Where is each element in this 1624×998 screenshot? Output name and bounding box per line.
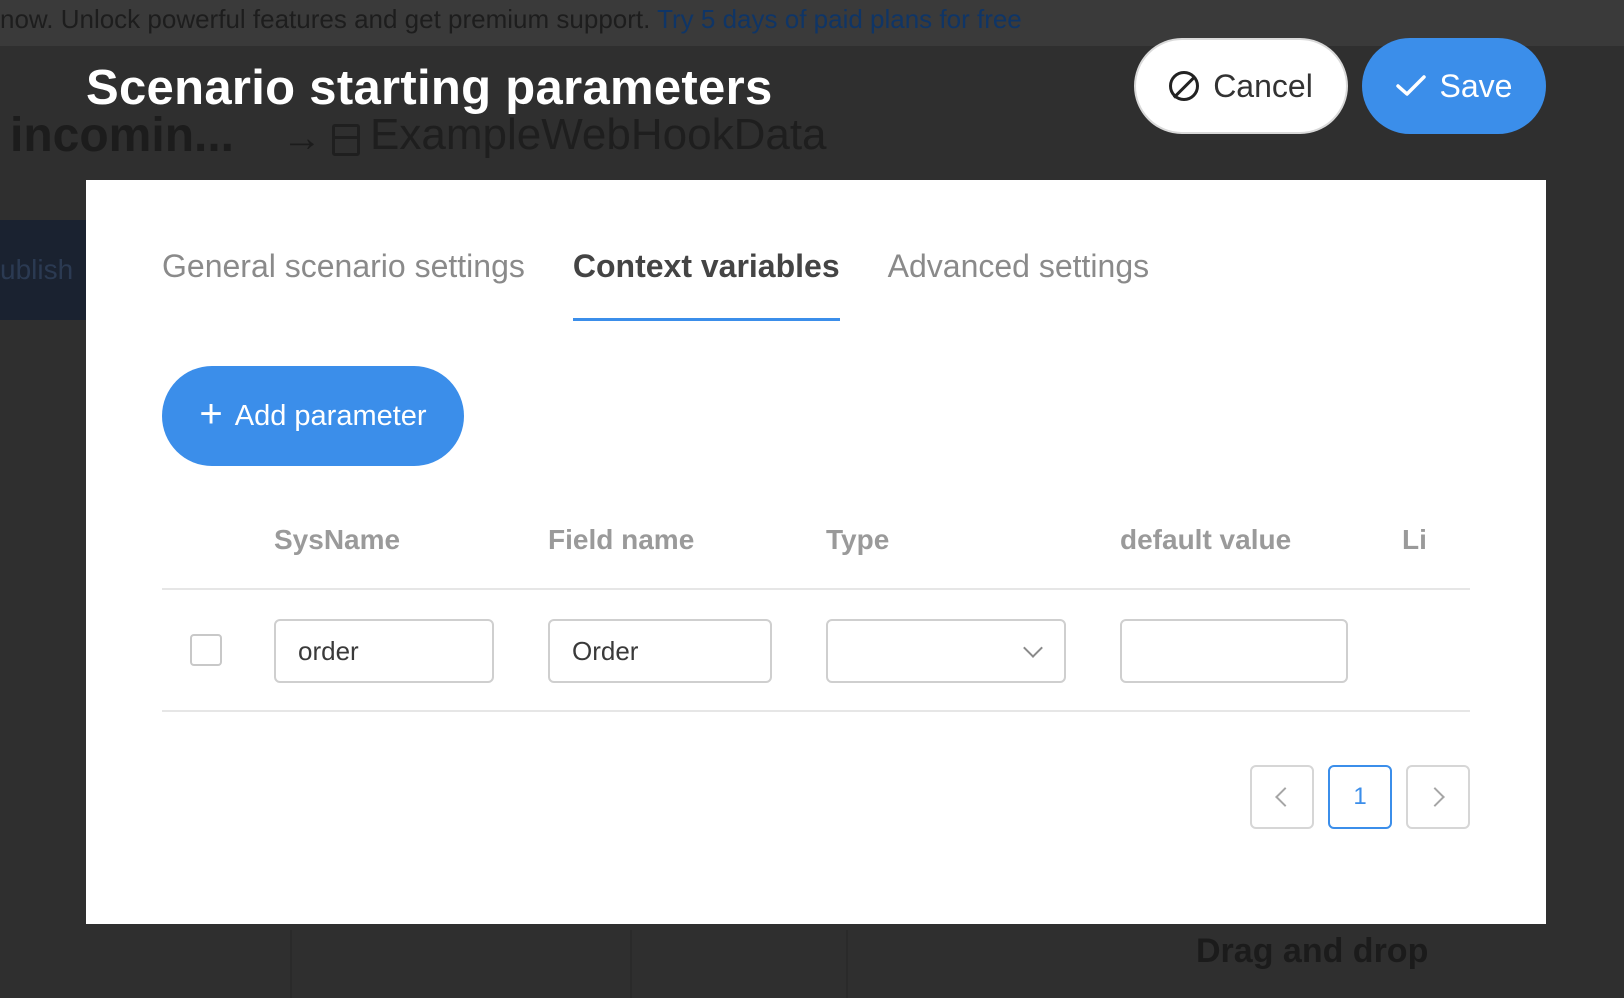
header-divider <box>162 588 1470 590</box>
background-publish-label: ublish <box>0 254 74 285</box>
tab-advanced-settings[interactable]: Advanced settings <box>888 248 1150 321</box>
arrow-right-icon: → <box>282 116 322 160</box>
add-parameter-button[interactable]: + Add parameter <box>162 366 464 466</box>
column-header-default-value: default value <box>1120 524 1292 555</box>
cancel-icon <box>1169 71 1200 101</box>
background-publish-button: ublish <box>0 220 86 320</box>
row-select-checkbox[interactable] <box>190 634 222 666</box>
column-header-truncated: Li <box>1402 524 1427 555</box>
save-button-label: Save <box>1439 67 1513 104</box>
cancel-button-label: Cancel <box>1213 67 1313 104</box>
column-header-field-name: Field name <box>548 524 695 555</box>
promo-banner: now. Unlock powerful features and get pr… <box>0 0 1624 46</box>
save-button[interactable]: Save <box>1362 38 1546 134</box>
promo-banner-link[interactable]: Try 5 days of paid plans for free <box>657 4 1022 34</box>
background-divider <box>290 930 292 998</box>
parameters-table: SysName Field name Type default value Li… <box>162 524 1470 754</box>
chevron-right-icon <box>1425 787 1445 807</box>
background-drag-drop-label: Drag and drop <box>1196 932 1429 970</box>
promo-banner-text: now. Unlock powerful features and get pr… <box>0 4 651 34</box>
modal-dialog: General scenario settings Context variab… <box>86 180 1546 924</box>
plus-icon: + <box>199 392 223 436</box>
column-header-sysname: SysName <box>274 524 401 555</box>
cancel-button[interactable]: Cancel <box>1134 38 1348 134</box>
sysname-input[interactable]: order <box>274 619 494 683</box>
field-name-input[interactable]: Order <box>548 619 772 683</box>
background-page-title: incomin... <box>10 109 235 162</box>
pagination-next-button[interactable] <box>1406 765 1470 829</box>
check-icon <box>1395 75 1426 97</box>
pagination-prev-button[interactable] <box>1250 765 1314 829</box>
chevron-down-icon <box>1023 638 1043 658</box>
modal-title: Scenario starting parameters <box>86 61 773 115</box>
add-parameter-label: Add parameter <box>234 399 427 432</box>
tab-bar: General scenario settings Context variab… <box>162 248 1149 321</box>
pagination-page-button[interactable]: 1 <box>1328 765 1392 829</box>
tab-general-scenario-settings[interactable]: General scenario settings <box>162 248 525 321</box>
type-select[interactable] <box>826 619 1066 683</box>
background-divider <box>846 930 848 998</box>
table-icon <box>332 124 360 156</box>
row-divider <box>162 710 1470 712</box>
background-divider <box>630 930 632 998</box>
column-header-type: Type <box>826 524 890 555</box>
tab-context-variables[interactable]: Context variables <box>572 248 840 321</box>
background-entity-name: ExampleWebHookData <box>370 110 827 159</box>
chevron-left-icon <box>1275 787 1295 807</box>
default-value-input[interactable] <box>1120 619 1348 683</box>
